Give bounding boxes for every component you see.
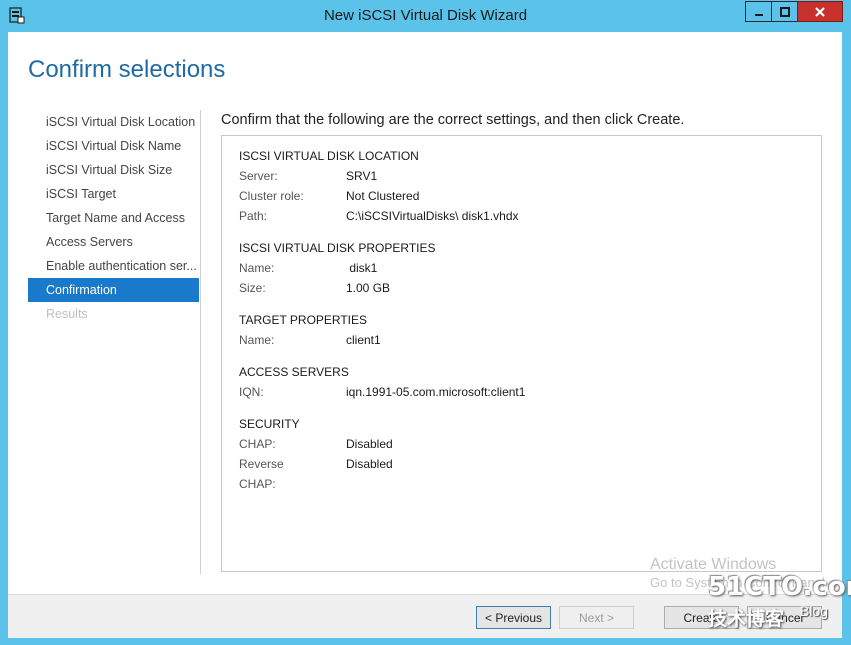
nav-item-access-servers[interactable]: Access Servers (28, 230, 199, 254)
title-bar[interactable]: New iSCSI Virtual Disk Wizard (0, 0, 851, 32)
label-server: Server: (239, 169, 278, 183)
label-disk-name: Name: (239, 261, 275, 275)
minimize-button[interactable] (745, 1, 771, 22)
row-cluster-role: Cluster role: Not Clustered (239, 186, 419, 206)
create-button[interactable]: Create (664, 606, 739, 629)
wizard-client-area: Confirm selections iSCSI Virtual Disk Lo… (8, 32, 842, 638)
section-title: TARGET PROPERTIES (239, 313, 368, 327)
label-reverse-chap: Reverse CHAP: (239, 457, 284, 491)
section-security: SECURITY CHAP: Disabled Reverse CHAP: Di… (239, 414, 393, 491)
value-reverse-chap: Disabled (346, 457, 393, 471)
maximize-button[interactable] (771, 1, 797, 22)
wizard-nav: iSCSI Virtual Disk Location iSCSI Virtua… (28, 110, 199, 326)
minimize-icon (754, 13, 763, 16)
nav-item-target-name-access[interactable]: Target Name and Access (28, 206, 199, 230)
label-target-name: Name: (239, 333, 275, 347)
close-button[interactable] (797, 1, 843, 22)
label-path: Path: (239, 209, 268, 223)
value-target-name: client1 (346, 333, 381, 347)
maximize-icon (779, 6, 790, 17)
section-target-properties: TARGET PROPERTIES Name: client1 (239, 310, 381, 350)
section-title: SECURITY (239, 417, 300, 431)
section-title: ISCSI VIRTUAL DISK PROPERTIES (239, 241, 436, 255)
button-bar: < Previous Next > Create Cancel (8, 594, 842, 638)
label-iqn: IQN: (239, 385, 264, 399)
row-target-name: Name: client1 (239, 330, 381, 350)
row-disk-name: Name: disk1 (239, 258, 436, 278)
row-server: Server: SRV1 (239, 166, 419, 186)
value-chap: Disabled (346, 437, 393, 451)
row-disk-size: Size: 1.00 GB (239, 278, 436, 298)
section-access-servers: ACCESS SERVERS IQN: iqn.1991-05.com.micr… (239, 362, 525, 402)
window-title: New iSCSI Virtual Disk Wizard (323, 7, 528, 24)
instruction-text: Confirm that the following are the corre… (221, 112, 685, 128)
nav-item-disk-name[interactable]: iSCSI Virtual Disk Name (28, 134, 199, 158)
value-path: C:\iSCSIVirtualDisks\ disk1.vhdx (346, 209, 519, 223)
settings-summary-panel[interactable]: ISCSI VIRTUAL DISK LOCATION Server: SRV1… (221, 135, 822, 572)
section-disk-location: ISCSI VIRTUAL DISK LOCATION Server: SRV1… (239, 146, 519, 226)
value-disk-name: disk1 (346, 261, 378, 275)
value-disk-size: 1.00 GB (346, 281, 391, 295)
value-iqn: iqn.1991-05.com.microsoft:client1 (346, 385, 526, 399)
nav-item-iscsi-target[interactable]: iSCSI Target (28, 182, 199, 206)
section-title: ACCESS SERVERS (239, 365, 349, 379)
nav-divider (200, 110, 201, 574)
section-title: ISCSI VIRTUAL DISK LOCATION (239, 149, 419, 163)
value-server: SRV1 (346, 169, 378, 183)
cancel-button[interactable]: Cancel (747, 606, 822, 629)
nav-item-enable-authentication[interactable]: Enable authentication ser... (28, 254, 199, 278)
nav-item-disk-location[interactable]: iSCSI Virtual Disk Location (28, 110, 199, 134)
previous-button[interactable]: < Previous (476, 606, 551, 629)
next-button: Next > (559, 606, 634, 629)
close-icon (815, 6, 825, 17)
value-cluster-role: Not Clustered (346, 189, 420, 203)
section-disk-properties: ISCSI VIRTUAL DISK PROPERTIES Name: disk… (239, 238, 436, 298)
label-chap: CHAP: (239, 437, 276, 451)
nav-item-disk-size[interactable]: iSCSI Virtual Disk Size (28, 158, 199, 182)
row-chap: CHAP: Disabled (239, 434, 393, 454)
row-path: Path: C:\iSCSIVirtualDisks\ disk1.vhdx (239, 206, 519, 226)
label-disk-size: Size: (239, 281, 266, 295)
label-cluster-role: Cluster role: (239, 189, 304, 203)
nav-item-results: Results (46, 307, 88, 321)
row-iqn: IQN: iqn.1991-05.com.microsoft:client1 (239, 382, 525, 402)
page-title: Confirm selections (28, 56, 226, 83)
row-reverse-chap: Reverse CHAP: Disabled (239, 454, 393, 491)
nav-item-confirmation[interactable]: Confirmation (28, 278, 199, 302)
